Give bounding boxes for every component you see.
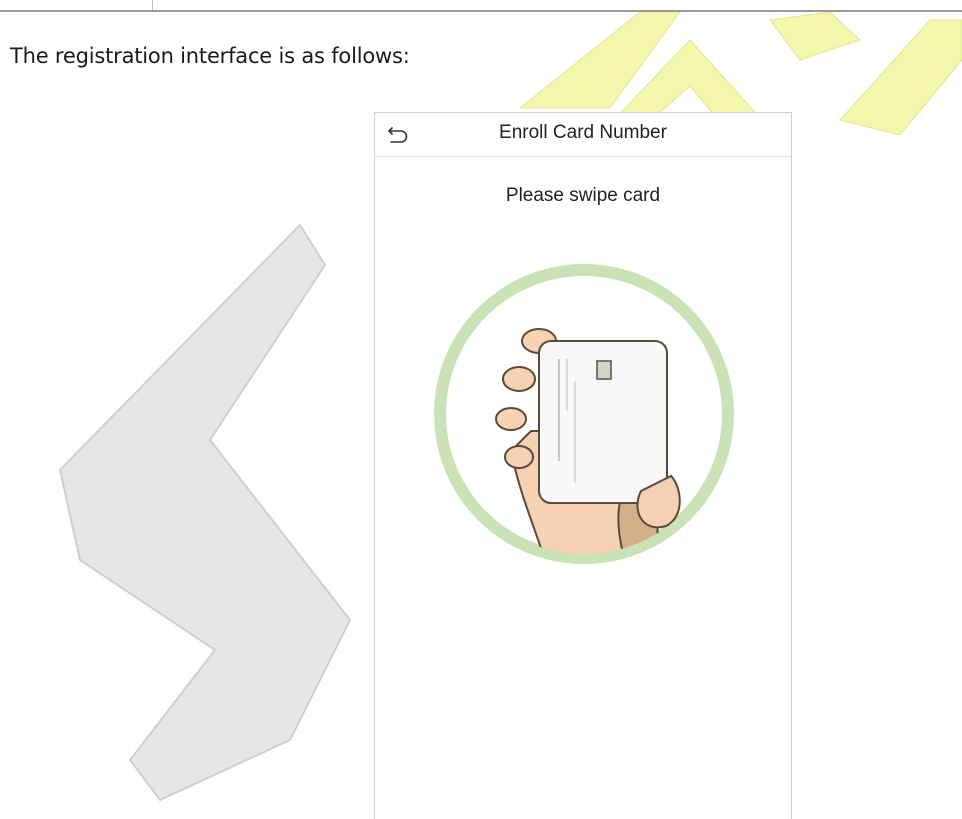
header-rule: [0, 10, 962, 12]
swipe-prompt: Please swipe card: [505, 185, 661, 206]
device-screen: Enroll Card Number Please swipe card: [374, 112, 792, 819]
screen-header: Enroll Card Number: [375, 113, 791, 157]
hand-holding-card-icon: [431, 261, 737, 567]
intro-text: The registration interface is as follows…: [10, 44, 410, 68]
header-tab-stub: [0, 0, 153, 10]
screen-title: Enroll Card Number: [499, 122, 667, 143]
